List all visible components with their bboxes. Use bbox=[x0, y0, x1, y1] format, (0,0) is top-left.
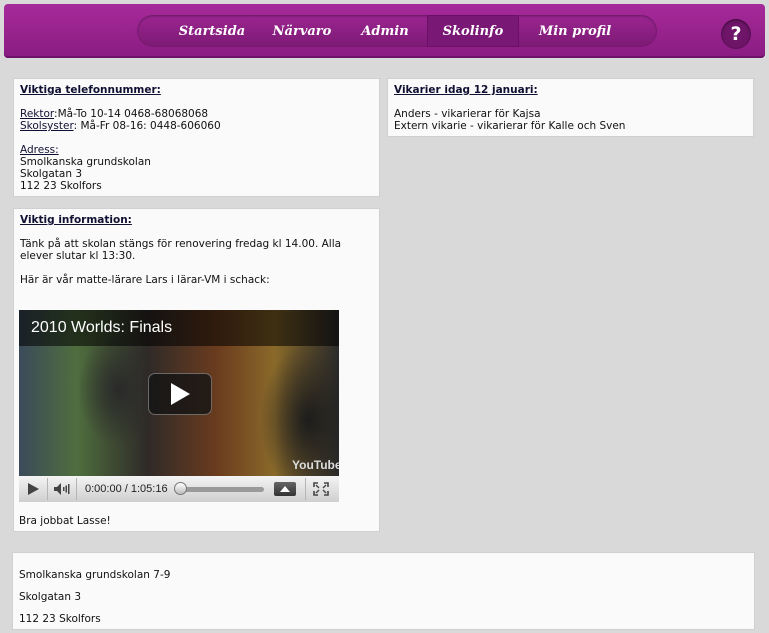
rektor-row: Rektor:Må-To 10-14 0468-68068068 bbox=[20, 108, 373, 120]
address-label: Adress: bbox=[20, 144, 59, 156]
big-play-button[interactable] bbox=[148, 373, 212, 415]
footer: Smolkanska grundskolan 7-9 Skolgatan 3 1… bbox=[13, 553, 754, 629]
nav-menu: Startsida Närvaro Admin Skolinfo Min pro… bbox=[137, 15, 657, 47]
quality-button[interactable] bbox=[273, 482, 296, 496]
video-time: 0:00:00 / 1:05:16 bbox=[85, 483, 168, 495]
nav-item-admin[interactable]: Admin bbox=[343, 15, 427, 47]
substitutes-box: Vikarier idag 12 januari: Anders - vikar… bbox=[388, 79, 753, 136]
nav-item-narvaro[interactable]: Närvaro bbox=[261, 15, 343, 47]
skolsyster-row: Skolsyster: Må-Fr 08-16: 0448-606060 bbox=[20, 120, 373, 132]
volume-button[interactable] bbox=[48, 476, 76, 502]
phone-numbers-box: Viktiga telefonnummer: Rektor:Må-To 10-1… bbox=[14, 79, 379, 196]
address-line: Skolgatan 3 bbox=[20, 168, 83, 180]
help-icon: ? bbox=[730, 23, 742, 45]
seek-handle[interactable] bbox=[173, 481, 187, 495]
info-text: Tänk på att skolan stängs för renovering… bbox=[20, 238, 342, 262]
nav-item-startsida[interactable]: Startsida bbox=[163, 15, 261, 47]
info-text: Här är vår matte-lärare Lars i lärar-VM … bbox=[20, 274, 270, 286]
play-icon bbox=[171, 383, 190, 405]
seek-bar[interactable] bbox=[173, 481, 264, 495]
video-player[interactable]: 2010 Worlds: Finals YouTube 0:00:00 / 1:… bbox=[19, 310, 339, 502]
help-button[interactable]: ? bbox=[721, 19, 751, 49]
skolsyster-value: : Må-Fr 08-16: 0448-606060 bbox=[73, 120, 221, 132]
footer-line: Smolkanska grundskolan 7-9 bbox=[19, 569, 171, 581]
footer-line: Skolgatan 3 bbox=[19, 591, 82, 603]
volume-icon bbox=[54, 483, 70, 495]
play-icon bbox=[28, 483, 39, 495]
substitutes-title: Vikarier idag 12 januari: bbox=[394, 84, 538, 96]
fullscreen-button[interactable] bbox=[306, 476, 336, 502]
substitute-line: Extern vikarie - vikarierar för Kalle oc… bbox=[394, 120, 626, 132]
video-controls: 0:00:00 / 1:05:16 bbox=[19, 476, 339, 502]
top-navigation: Startsida Närvaro Admin Skolinfo Min pro… bbox=[4, 4, 765, 58]
youtube-logo[interactable]: YouTube bbox=[292, 458, 339, 472]
footer-line: 112 23 Skolfors bbox=[19, 613, 101, 625]
fullscreen-icon bbox=[312, 482, 329, 496]
skolsyster-label[interactable]: Skolsyster bbox=[20, 120, 74, 132]
nav-item-min-profil[interactable]: Min profil bbox=[519, 15, 631, 47]
substitute-line: Anders - vikarierar för Kajsa bbox=[394, 108, 541, 120]
quality-icon bbox=[279, 486, 290, 492]
info-footer-text: Bra jobbat Lasse! bbox=[19, 515, 111, 527]
important-info-title: Viktig information: bbox=[20, 214, 132, 226]
video-title-bar: 2010 Worlds: Finals bbox=[19, 310, 339, 346]
nav-item-skolinfo[interactable]: Skolinfo bbox=[427, 15, 519, 47]
address-line: Smolkanska grundskolan bbox=[20, 156, 151, 168]
video-title[interactable]: 2010 Worlds: Finals bbox=[31, 319, 172, 337]
address-line: 112 23 Skolfors bbox=[20, 180, 102, 192]
play-button[interactable] bbox=[19, 476, 47, 502]
phone-numbers-title: Viktiga telefonnummer: bbox=[20, 84, 161, 96]
rektor-value: :Må-To 10-14 0468-68068068 bbox=[54, 108, 209, 120]
rektor-label[interactable]: Rektor bbox=[20, 108, 54, 120]
